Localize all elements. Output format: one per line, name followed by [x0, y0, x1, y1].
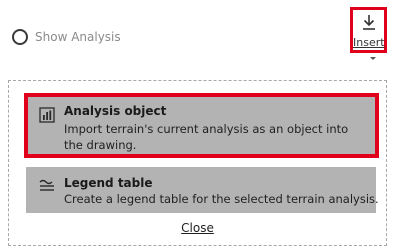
download-arrow-icon — [363, 15, 375, 30]
menu-item-title: Legend table — [64, 176, 153, 190]
menu-item-legend-table[interactable]: Legend table Create a legend table for t… — [26, 167, 379, 213]
show-analysis-radio[interactable] — [12, 29, 28, 45]
menu-item-description: Create a legend table for the selected t… — [64, 192, 379, 206]
toolbar: Show Analysis Insert — [0, 0, 395, 70]
close-button[interactable]: Close — [9, 221, 386, 235]
chart-icon — [39, 107, 55, 123]
legend-lines-icon — [39, 179, 54, 191]
menu-item-description: Import terrain's current analysis as an … — [64, 122, 349, 152]
menu-item-title: Analysis object — [64, 104, 167, 118]
dropdown-caret-icon — [370, 57, 376, 60]
insert-button[interactable]: Insert — [350, 7, 387, 53]
insert-label: Insert — [353, 36, 385, 49]
show-analysis-label: Show Analysis — [35, 30, 121, 44]
menu-item-analysis-object[interactable]: Analysis object Import terrain's current… — [24, 93, 379, 158]
insert-menu-panel: Analysis object Import terrain's current… — [8, 80, 387, 246]
show-analysis-toggle[interactable]: Show Analysis — [12, 26, 121, 48]
